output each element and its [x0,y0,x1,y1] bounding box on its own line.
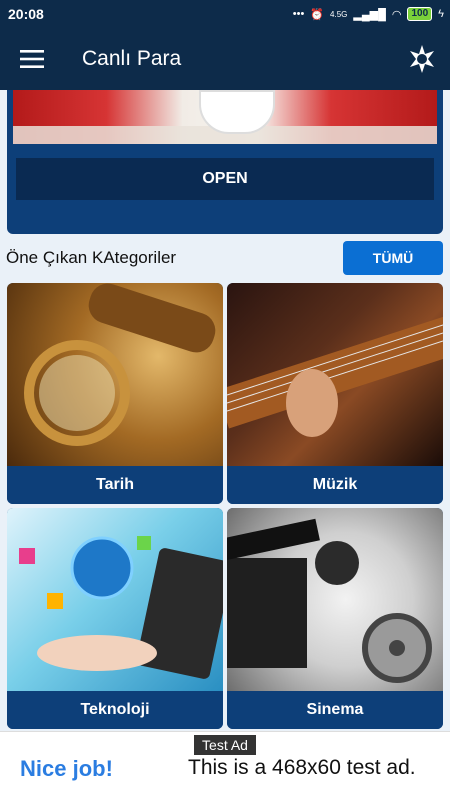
ad-tag: Test Ad [194,735,256,755]
app-title: Canlı Para [82,47,182,70]
ad-text: This is a 468x60 test ad. [188,756,416,779]
theme-toggle-button[interactable] [394,28,450,90]
charging-icon: ϟ [438,8,444,20]
view-all-button[interactable]: TÜMÜ [343,241,443,275]
alarm-icon: ⏰ [310,8,325,21]
status-bar: 20:08 ••• ⏰ 4.5G ▂▄▆█ ◠ 100 ϟ [0,0,450,28]
promo-chair [199,90,275,134]
category-label: Tarih [7,466,223,504]
brightness-icon [410,45,434,73]
promo-image [13,90,437,144]
category-tile-history[interactable]: Tarih [7,283,223,504]
status-time: 20:08 [8,6,44,22]
category-tile-cinema[interactable]: Sinema [227,508,443,729]
more-dots-icon: ••• [292,8,305,20]
category-label: Müzik [227,466,443,504]
section-title: Öne Çıkan KAtegoriler [6,248,177,267]
battery-icon: 100 [407,7,433,21]
category-tile-technology[interactable]: Teknoloji [7,508,223,729]
cinema-image [227,508,443,691]
status-icons: ••• ⏰ 4.5G ▂▄▆█ ◠ 100 ϟ [293,7,444,21]
music-image [227,283,443,466]
category-label: Sinema [227,691,443,729]
network-label: 4.5G [330,9,348,19]
history-image [7,283,223,466]
technology-image [7,508,223,691]
open-button[interactable]: OPEN [16,158,434,200]
ad-banner[interactable]: Test Ad Nice job! This is a 468x60 test … [0,731,450,801]
wifi-icon: ◠ [391,8,402,21]
featured-header: Öne Çıkan KAtegoriler TÜMÜ [0,240,450,276]
menu-button[interactable] [0,28,64,90]
app-bar: Canlı Para [0,28,450,90]
hamburger-icon [20,50,44,68]
signal-icon: ▂▄▆█ [353,8,386,21]
category-tile-music[interactable]: Müzik [227,283,443,504]
category-label: Teknoloji [7,691,223,729]
promo-card: OPEN [7,90,443,234]
ad-headline: Nice job! [20,756,113,781]
